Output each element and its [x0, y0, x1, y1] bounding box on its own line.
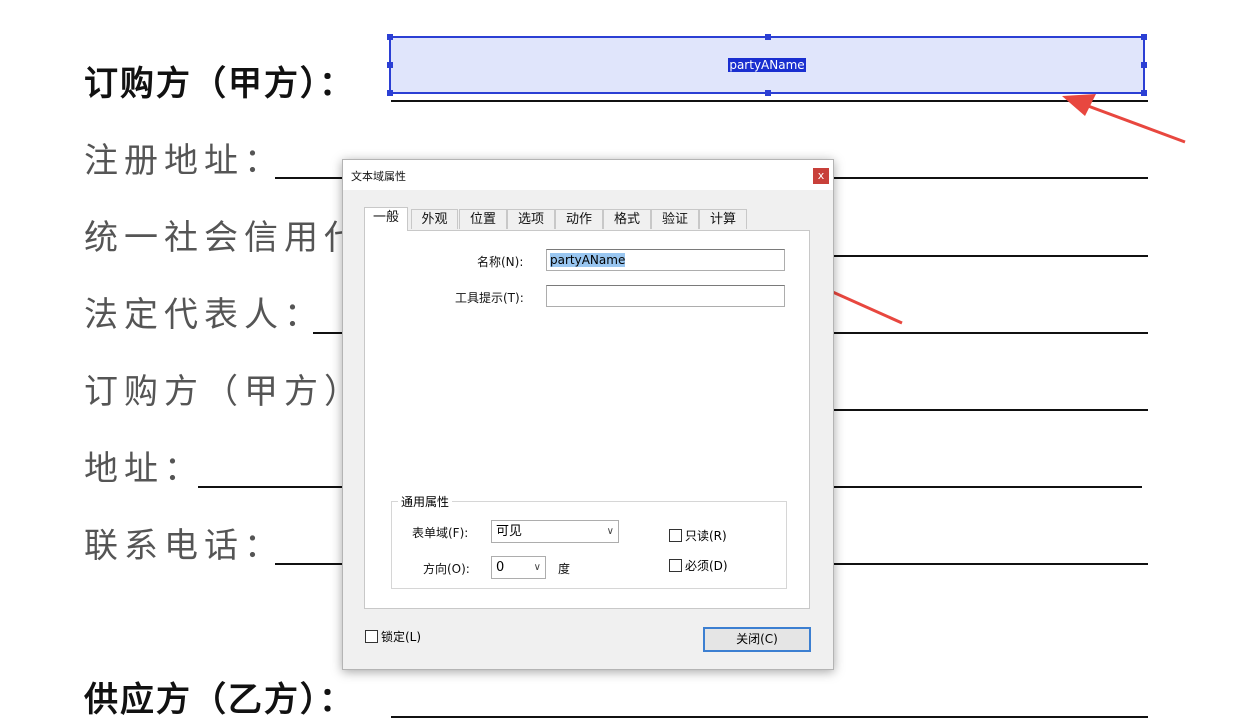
tab-general[interactable]: 一般 — [364, 207, 408, 231]
dialog-title: 文本域属性 — [351, 170, 406, 183]
underline — [391, 100, 1148, 102]
readonly-checkbox[interactable]: 只读(R) — [669, 527, 727, 544]
name-field-value: partyAName — [550, 253, 626, 267]
tooltip-field[interactable] — [546, 285, 785, 307]
underline — [834, 409, 1148, 411]
orientation-value: 0 — [496, 560, 505, 575]
tab-validate[interactable]: 验证 — [651, 209, 699, 229]
resize-handle[interactable] — [387, 34, 393, 40]
resize-handle[interactable] — [1141, 90, 1147, 96]
degree-label: 度 — [558, 562, 571, 576]
locked-checkbox[interactable]: 锁定(L) — [365, 628, 421, 645]
form-field-visibility-select[interactable]: 可见 ∨ — [491, 520, 619, 543]
field-name-tag: partyAName — [728, 58, 806, 72]
checkbox-box — [669, 529, 682, 542]
checkbox-box — [669, 559, 682, 572]
form-field-label: 表单域(F): — [412, 526, 469, 540]
doc-row-label: 统一社会信用代 — [84, 218, 364, 258]
resize-handle[interactable] — [765, 34, 771, 40]
tab-calculate[interactable]: 计算 — [699, 209, 747, 229]
tab-actions[interactable]: 动作 — [555, 209, 603, 229]
doc-row-label: 地址： — [84, 449, 204, 489]
chevron-down-icon: ∨ — [533, 562, 541, 573]
tab-appearance[interactable]: 外观 — [411, 209, 458, 229]
resize-handle[interactable] — [765, 90, 771, 96]
tab-format[interactable]: 格式 — [603, 209, 651, 229]
readonly-label: 只读(R) — [685, 529, 727, 543]
orientation-select[interactable]: 0 ∨ — [491, 556, 546, 579]
close-button[interactable]: 关闭(C) — [703, 627, 811, 652]
underline — [834, 255, 1148, 257]
text-field-properties-dialog: 文本域属性 x 一般 外观 位置 选项 动作 格式 验证 计算 名称(N): p… — [342, 159, 834, 670]
arrow-head — [1062, 94, 1096, 116]
group-legend: 通用属性 — [398, 493, 453, 510]
required-checkbox[interactable]: 必须(D) — [669, 557, 728, 574]
underline — [391, 716, 1148, 718]
doc-row-label: 订购方（甲方） — [84, 372, 364, 412]
doc-row-label: 供应方（乙方）： — [84, 680, 355, 720]
general-tab-panel: 名称(N): partyAName 工具提示(T): 通用属性 表单域(F): … — [364, 230, 810, 609]
doc-row-label: 注册地址： — [84, 141, 284, 181]
tab-options[interactable]: 选项 — [507, 209, 555, 229]
doc-row-label: 法定代表人： — [84, 295, 324, 335]
selected-text-field[interactable]: partyAName — [387, 34, 1147, 96]
form-field-visibility-value: 可见 — [496, 524, 523, 539]
arrow-line — [1079, 101, 1186, 144]
dialog-titlebar[interactable]: 文本域属性 x — [343, 160, 833, 190]
tooltip-label: 工具提示(T): — [455, 291, 524, 305]
required-label: 必须(D) — [685, 559, 728, 573]
checkbox-box — [365, 630, 378, 643]
resize-handle[interactable] — [1141, 34, 1147, 40]
common-properties-group: 通用属性 表单域(F): 可见 ∨ 方向(O): 0 ∨ 度 只读(R) 必须(… — [391, 493, 787, 589]
chevron-down-icon: ∨ — [606, 526, 614, 537]
orientation-label: 方向(O): — [423, 562, 470, 576]
name-label: 名称(N): — [477, 255, 524, 269]
doc-row-label: 订购方（甲方）： — [84, 64, 355, 104]
tab-position[interactable]: 位置 — [459, 209, 507, 229]
close-icon[interactable]: x — [813, 168, 829, 184]
resize-handle[interactable] — [387, 90, 393, 96]
name-field[interactable]: partyAName — [546, 249, 785, 271]
doc-row-label: 联系电话： — [84, 526, 284, 566]
locked-label: 锁定(L) — [381, 630, 422, 644]
